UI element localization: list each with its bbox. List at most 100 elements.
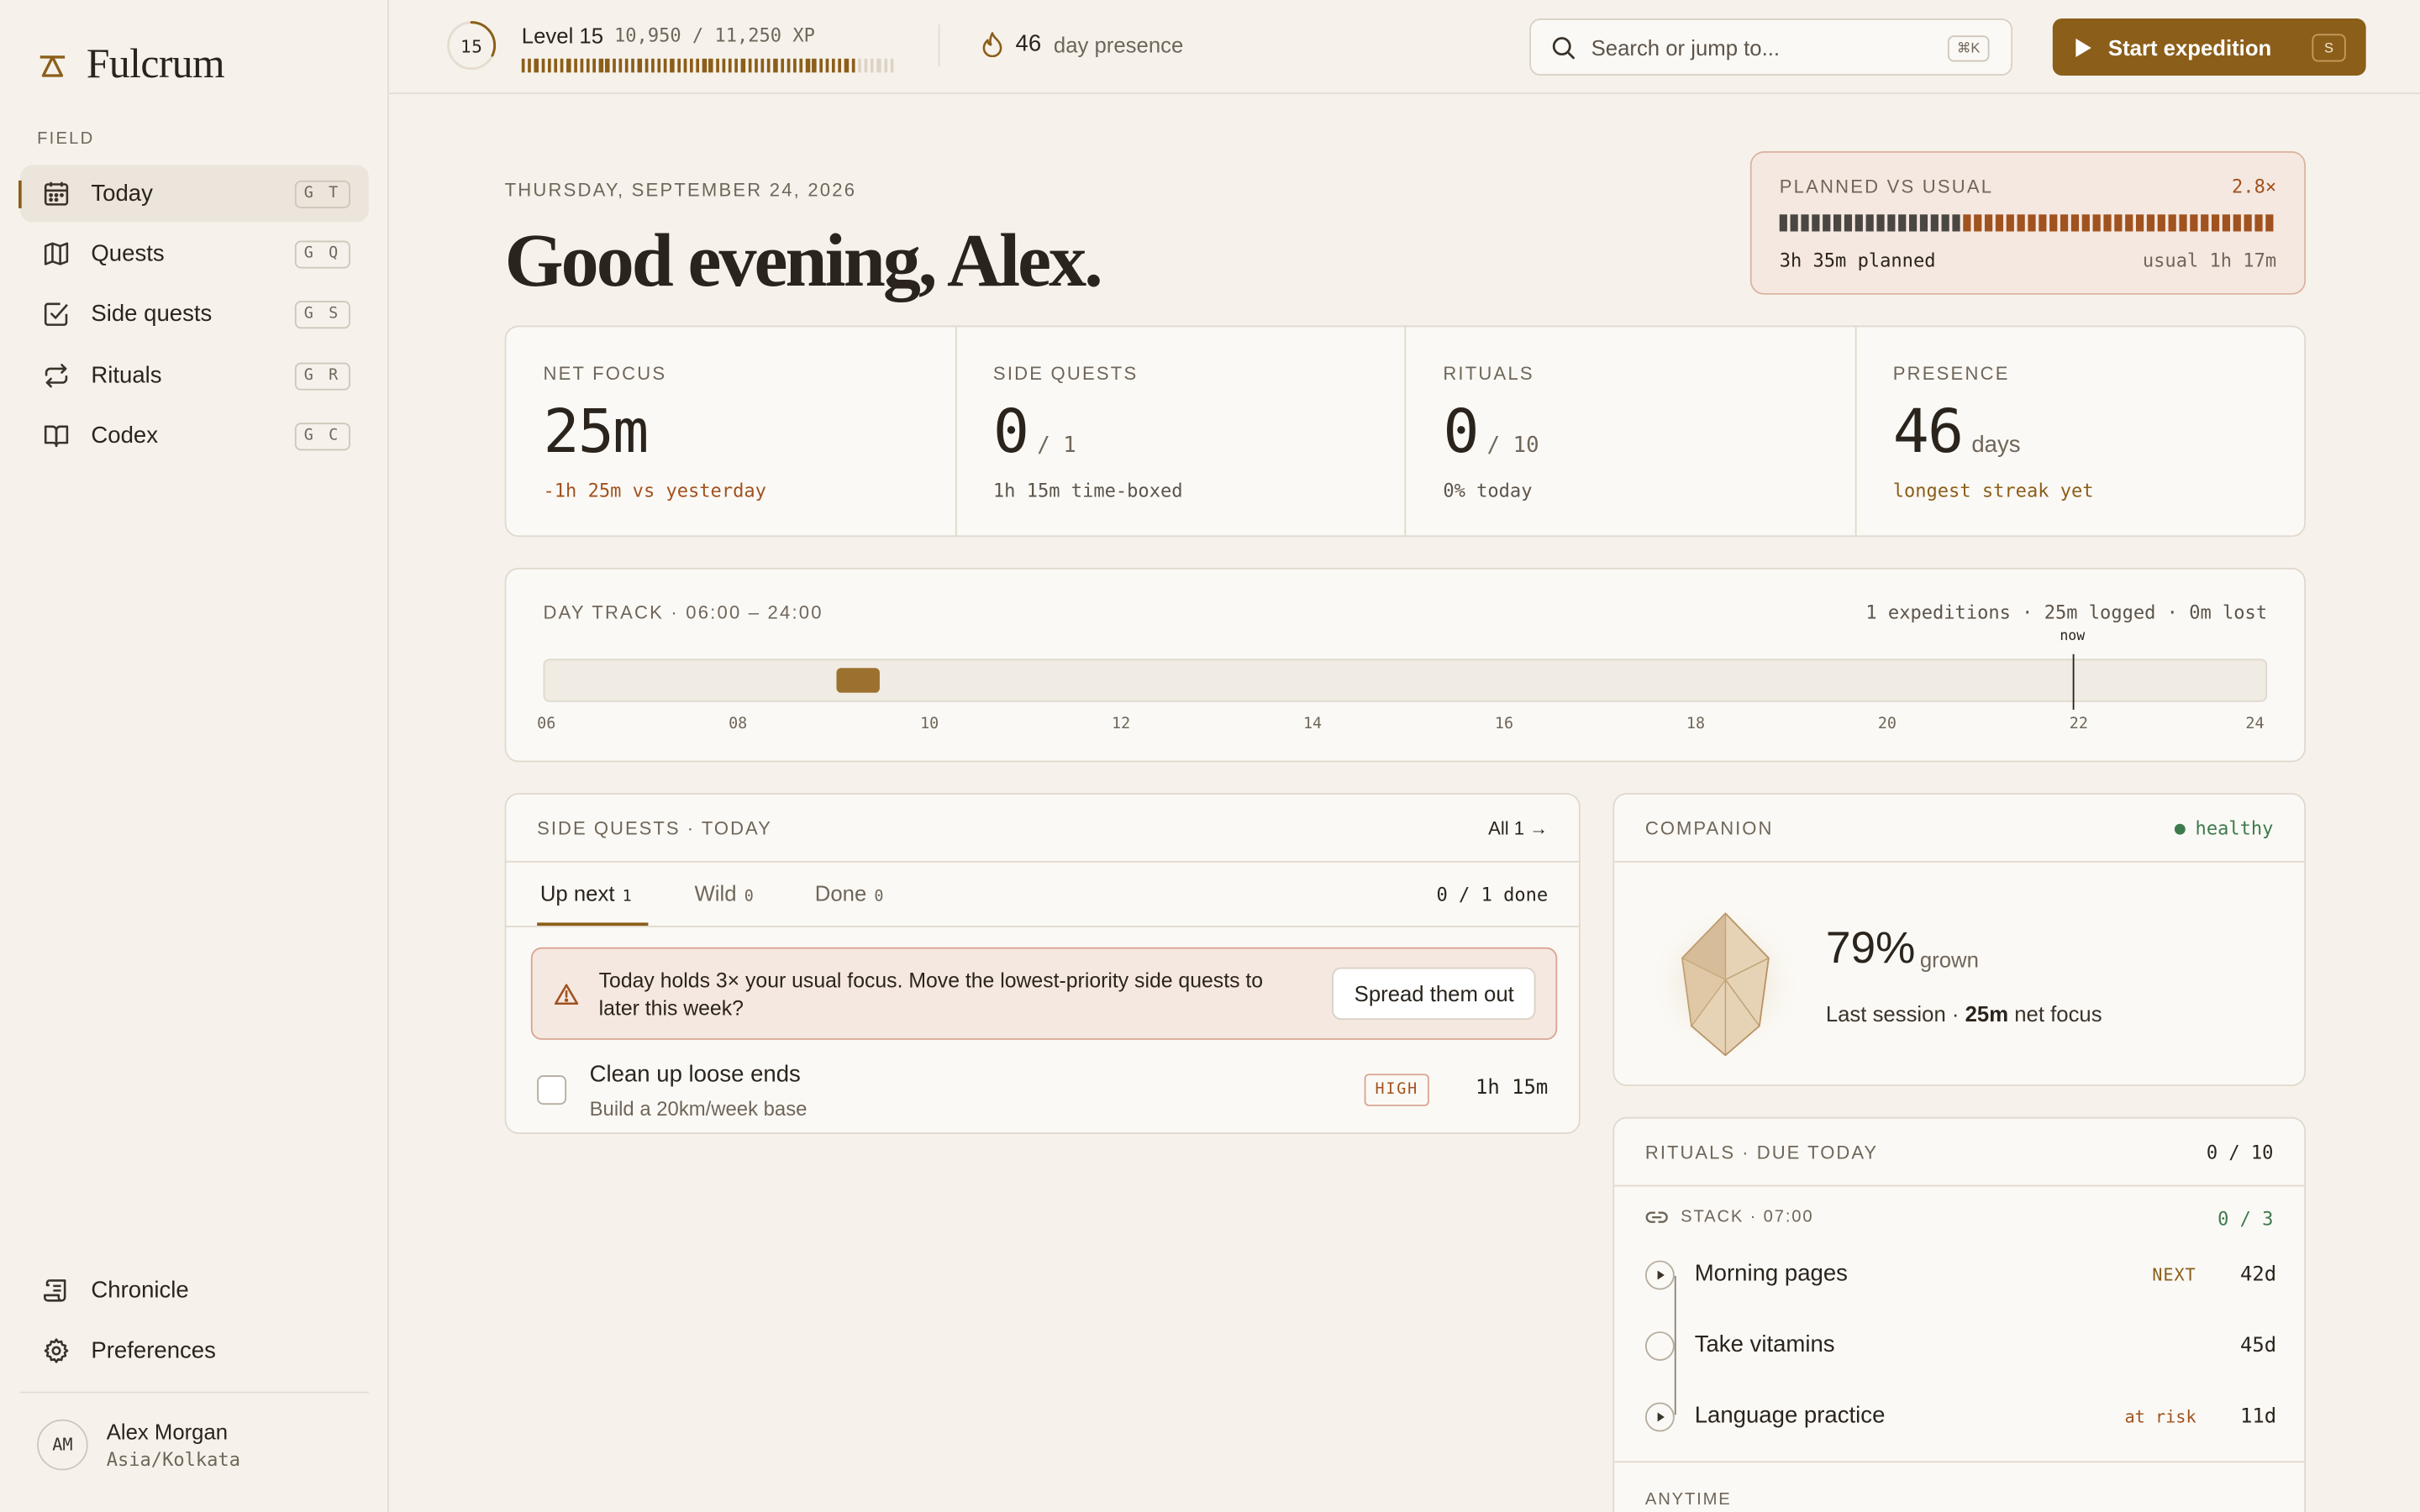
stat-presence: PRESENCE 46 days longest streak yet <box>1856 327 2305 535</box>
sidebar-item-preferences[interactable]: Preferences <box>20 1322 369 1379</box>
pvu-bar <box>1779 214 2274 232</box>
sidebar-item-label: Preferences <box>91 1337 216 1364</box>
pvu-segment <box>2201 214 2209 232</box>
tick-label: 08 <box>729 716 748 733</box>
search-box[interactable]: ⌘K <box>1529 18 2013 76</box>
xp-text: 10,950 / 11,250 XP <box>614 24 815 47</box>
sidebar-item-rituals[interactable]: Rituals G R <box>20 346 369 403</box>
stat-label: RITUALS <box>1443 362 1534 385</box>
task-duration: 1h 15m <box>1475 1077 1549 1100</box>
checkbox-icon <box>44 303 68 327</box>
side-quests-all-link[interactable]: All 1 → <box>1488 817 1548 839</box>
sidebar-item-codex[interactable]: Codex G C <box>20 407 369 464</box>
stat-rituals: RITUALS 0 / 10 0% today <box>1406 327 1856 536</box>
overload-banner: Today holds 3× your usual focus. Move th… <box>530 947 1558 1040</box>
current-date: THURSDAY, SEPTEMBER 24, 2026 <box>504 179 857 201</box>
level-badge[interactable]: 15 <box>446 20 497 71</box>
pvu-usual: usual 1h 17m <box>2142 249 2277 272</box>
day-track-title: DAY TRACK · 06:00 – 24:00 <box>543 601 823 624</box>
xp-segment <box>728 58 733 73</box>
pvu-segment <box>2049 214 2058 232</box>
ritual-item[interactable]: Morning pages NEXT 42d <box>1644 1257 2277 1298</box>
stat-value: 46 days <box>1893 398 2021 468</box>
tab-done[interactable]: Done 0 <box>815 881 884 906</box>
pvu-title: PLANNED VS USUAL <box>1779 176 1994 198</box>
sidebar-item-quests[interactable]: Quests G Q <box>20 226 369 283</box>
pvu-segment <box>1908 214 1918 232</box>
list-item[interactable]: Clean up loose ends Build a 20km/week ba… <box>506 1057 1579 1131</box>
tab-wild[interactable]: Wild 0 <box>695 881 754 906</box>
logo[interactable]: Fulcrum <box>37 40 225 88</box>
tab-label: Wild <box>694 880 737 906</box>
task-checkbox[interactable] <box>537 1075 567 1105</box>
shortcut-badge: G Q <box>294 240 350 269</box>
last-session-value: 25m <box>1965 1001 2009 1026</box>
ritual-streak: 42d <box>2239 1263 2277 1287</box>
topbar: 15 Level 15 10,950 / 11,250 XP 46 day pr… <box>388 0 2420 95</box>
growth-percent: 79% <box>1825 924 1916 974</box>
page-title: Good evening, Alex. <box>504 217 1103 302</box>
pvu-segment <box>2222 214 2231 232</box>
xp-segment <box>624 58 629 73</box>
pvu-segment <box>2244 214 2252 232</box>
ritual-streak: 45d <box>2239 1334 2277 1358</box>
stat-number: 0 <box>992 397 1029 468</box>
user-profile[interactable]: AM Alex Morgan Asia/Kolkata <box>37 1419 240 1471</box>
pvu-segment <box>2135 214 2144 232</box>
pvu-segment <box>2233 214 2241 232</box>
level-label: Level 15 <box>521 23 604 48</box>
xp-segment <box>747 58 752 73</box>
xp-segment <box>818 58 823 73</box>
xp-segment <box>580 58 584 73</box>
stat-value: 0 / 10 <box>1443 398 1539 468</box>
user-timezone: Asia/Kolkata <box>106 1448 240 1471</box>
day-track-ticks: 06 08 10 12 14 16 18 20 22 24 <box>537 716 2268 738</box>
xp-segment <box>670 58 674 73</box>
sidebar-item-label: Rituals <box>91 361 162 389</box>
status-dot-icon <box>2175 822 2186 834</box>
companion-card: COMPANION healthy 79% grown Last session… <box>1612 793 2307 1087</box>
search-input[interactable] <box>1591 34 1931 60</box>
ritual-checkbox[interactable] <box>1644 1331 1675 1361</box>
xp-segment <box>547 58 551 73</box>
ritual-streak: 11d <box>2239 1405 2277 1429</box>
xp-segment <box>702 58 707 73</box>
play-icon <box>1657 1270 1665 1280</box>
pvu-segment <box>2092 214 2101 232</box>
ritual-play-button[interactable] <box>1644 1402 1675 1432</box>
xp-segment <box>644 58 649 73</box>
xp-segment <box>722 58 726 73</box>
start-expedition-label: Start expedition <box>2107 34 2272 60</box>
ritual-play-button[interactable] <box>1644 1260 1675 1290</box>
link-icon <box>1645 1211 1668 1223</box>
pvu-segment <box>2017 214 2025 232</box>
day-track-rail[interactable]: now <box>543 629 2268 710</box>
repeat-icon <box>45 363 68 387</box>
pvu-segment <box>2125 214 2133 232</box>
book-icon <box>44 425 69 447</box>
start-expedition-button[interactable]: Start expedition S <box>2052 18 2366 76</box>
stack-header: STACK · 07:00 <box>1645 1208 1814 1226</box>
rituals-divider <box>1614 1461 2305 1463</box>
gear-icon <box>44 1338 69 1364</box>
spread-them-out-button[interactable]: Spread them out <box>1332 967 1536 1021</box>
tab-up-next[interactable]: Up next 1 <box>540 881 632 906</box>
tick-label: 16 <box>1494 716 1514 733</box>
sidebar-item-side-quests[interactable]: Side quests G S <box>20 286 369 343</box>
last-session-prefix: Last session · <box>1825 1001 1965 1026</box>
xp-segment <box>806 58 810 73</box>
stat-number: 46 <box>1892 397 1964 468</box>
user-name: Alex Morgan <box>106 1419 229 1445</box>
tick-label: 24 <box>2245 716 2265 733</box>
ritual-item[interactable]: Take vitamins 45d <box>1644 1328 2277 1368</box>
sidebar-item-today[interactable]: Today G T <box>18 165 369 223</box>
play-icon <box>1657 1412 1665 1422</box>
expedition-session[interactable] <box>836 668 881 693</box>
ritual-item[interactable]: Language practice at risk 11d <box>1644 1399 2277 1440</box>
sidebar-item-chronicle[interactable]: Chronicle <box>20 1262 369 1319</box>
xp-segment <box>831 58 836 73</box>
xp-segment <box>599 58 603 73</box>
status-badge: healthy <box>2175 817 2273 839</box>
start-shortcut: S <box>2312 34 2346 62</box>
stat-suffix: days <box>1971 432 2021 459</box>
